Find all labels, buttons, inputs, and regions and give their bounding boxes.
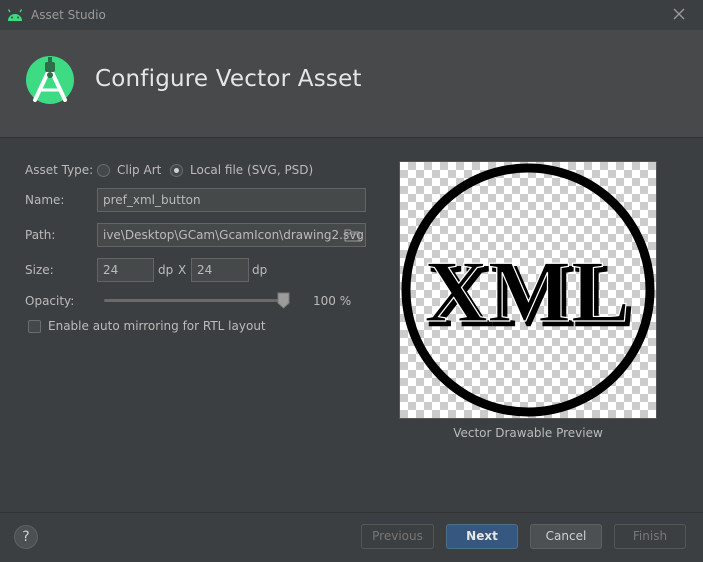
cancel-button[interactable]: Cancel xyxy=(530,524,602,549)
name-field[interactable]: pref_xml_button xyxy=(97,188,366,212)
path-field[interactable]: ive\Desktop\GCam\GcamIcon\drawing2.svg xyxy=(97,223,366,247)
width-unit: dp xyxy=(158,263,174,277)
preview-text: XML xyxy=(424,244,629,341)
size-label: Size: xyxy=(25,263,54,277)
clip-art-radio-label[interactable]: Clip Art xyxy=(117,163,161,177)
footer-divider xyxy=(0,512,703,513)
title-bar: Asset Studio xyxy=(0,0,703,30)
next-button[interactable]: Next xyxy=(446,524,518,549)
size-separator: X xyxy=(178,263,187,277)
android-studio-icon xyxy=(26,56,74,104)
window-title: Asset Studio xyxy=(31,8,106,22)
local-file-radio[interactable] xyxy=(170,164,183,177)
opacity-slider-thumb[interactable] xyxy=(277,292,290,309)
asset-type-label: Asset Type: xyxy=(25,163,94,177)
clip-art-radio[interactable] xyxy=(97,164,110,177)
width-field[interactable]: 24 xyxy=(97,258,154,282)
height-field[interactable]: 24 xyxy=(191,258,249,282)
close-icon[interactable] xyxy=(671,6,687,22)
folder-icon[interactable] xyxy=(344,228,360,242)
opacity-slider[interactable] xyxy=(104,299,288,302)
help-button[interactable]: ? xyxy=(14,525,38,549)
page-title: Configure Vector Asset xyxy=(95,66,362,92)
local-file-radio-label[interactable]: Local file (SVG, PSD) xyxy=(190,163,313,177)
height-unit: dp xyxy=(252,263,268,277)
android-icon xyxy=(7,9,23,21)
vector-preview: XML XML xyxy=(399,161,657,419)
xml-preview-image: XML XML xyxy=(401,163,655,417)
rtl-mirroring-label[interactable]: Enable auto mirroring for RTL layout xyxy=(48,319,266,333)
preview-caption: Vector Drawable Preview xyxy=(453,426,603,440)
rtl-mirroring-checkbox[interactable] xyxy=(28,320,41,333)
path-label: Path: xyxy=(25,228,56,242)
opacity-value: 100 % xyxy=(313,294,352,308)
finish-button[interactable]: Finish xyxy=(614,524,686,549)
previous-button[interactable]: Previous xyxy=(361,524,434,549)
wizard-header: Configure Vector Asset xyxy=(0,30,703,138)
opacity-label: Opacity: xyxy=(25,294,75,308)
name-label: Name: xyxy=(25,193,65,207)
